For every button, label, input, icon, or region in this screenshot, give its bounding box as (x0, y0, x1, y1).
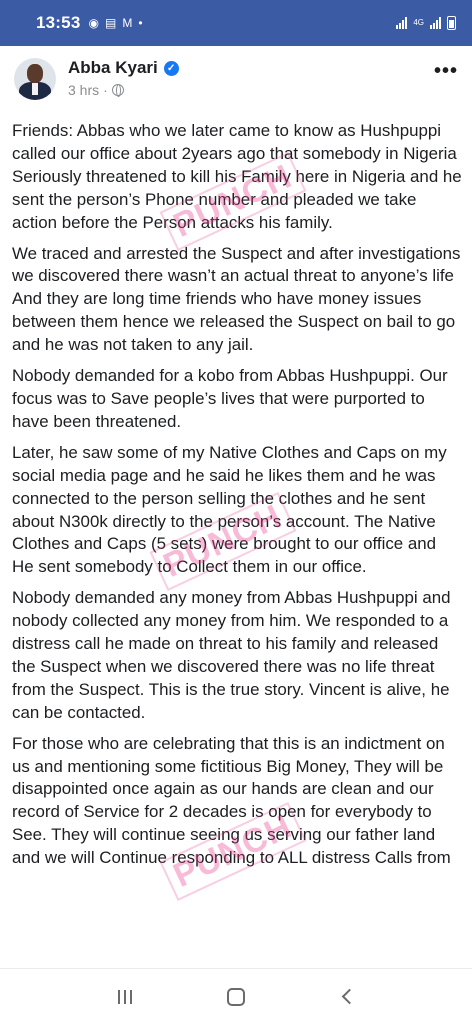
whatsapp-icon: ◉ (88, 16, 99, 30)
post-paragraph: Nobody demanded any money from Abbas Hus… (12, 588, 451, 722)
notification-icons: ◉ ▤ M • (88, 17, 142, 29)
post-body: Friends: Abbas who we later came to know… (12, 120, 462, 968)
home-button[interactable] (216, 977, 256, 1017)
recent-apps-icon (118, 989, 133, 1004)
recent-apps-button[interactable] (105, 977, 145, 1017)
post-timestamp[interactable]: 3 hrs (68, 82, 99, 98)
signal-icon-2 (430, 17, 441, 29)
gmail-icon: M (122, 16, 133, 30)
globe-icon (111, 84, 124, 97)
post-paragraph: Later, he saw some of my Native Clothes … (12, 442, 447, 577)
post-paragraph: Friends: Abbas who we later came to know… (12, 121, 462, 232)
post-paragraph: For those who are celebrating that this … (12, 733, 451, 868)
network-indicator: 4G (413, 18, 424, 27)
status-right: 4G (396, 16, 456, 30)
author-name[interactable]: Abba Kyari (68, 58, 158, 78)
post-paragraph: We traced and arrested the Suspect and a… (12, 243, 461, 355)
message-icon: ▤ (104, 16, 117, 30)
more-options-button[interactable]: ••• (434, 61, 458, 81)
back-button[interactable] (327, 977, 367, 1017)
author-block: Abba Kyari ✓ 3 hrs · (68, 58, 179, 98)
post-header: Abba Kyari ✓ 3 hrs · ••• (14, 58, 458, 110)
avatar[interactable] (14, 58, 56, 100)
status-time: 13:53 (36, 13, 81, 32)
signal-icon (396, 17, 408, 29)
back-icon (341, 988, 358, 1005)
status-bar: 13:53 ◉ ▤ M • 4G (0, 0, 472, 46)
more-notifications-icon: • (138, 16, 143, 30)
verified-badge-icon: ✓ (163, 60, 179, 76)
battery-icon (447, 16, 456, 30)
home-icon (226, 987, 245, 1006)
android-nav-bar (0, 968, 472, 1024)
post-paragraph: Nobody demanded for a kobo from Abbas Hu… (12, 366, 448, 431)
